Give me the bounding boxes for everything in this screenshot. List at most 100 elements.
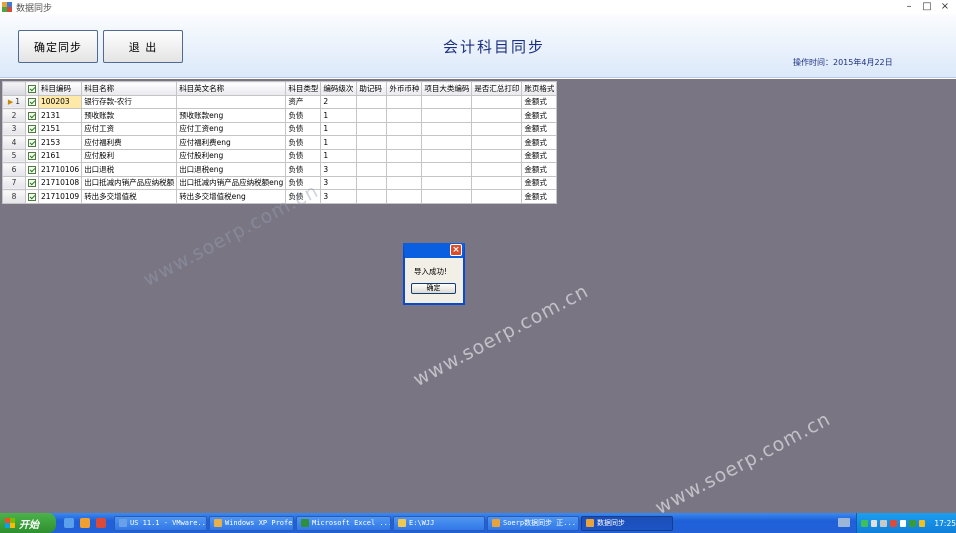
cell-code[interactable]: 2151 [37,121,83,136]
column-header[interactable]: 编码级次 [320,81,358,96]
table-row[interactable]: 3 2151 应付工资 应付工资eng 负债 1 金额式 [2,121,558,136]
cell-currency[interactable] [386,175,423,190]
cell-type[interactable]: 负债 [285,135,322,150]
cell-mnemonic[interactable] [356,94,388,109]
cell-currency[interactable] [386,121,423,136]
cell-currency[interactable] [386,94,423,109]
tray-icon[interactable] [889,519,897,527]
cell-en[interactable]: 应付福利费eng [176,135,287,150]
cell-type[interactable]: 资产 [285,94,322,109]
cell-project[interactable] [421,148,473,163]
row-header[interactable]: 6 [2,162,26,177]
cell-currency[interactable] [386,148,423,163]
cell-summary[interactable] [471,189,523,204]
cell-mnemonic[interactable] [356,108,388,123]
row-checkbox[interactable] [25,135,39,150]
cell-code[interactable]: 21710106 [37,162,83,177]
cell-en[interactable]: 应付工资eng [176,121,287,136]
exit-button[interactable]: 退 出 [103,30,183,63]
cell-format[interactable]: 金额式 [521,175,558,190]
row-checkbox[interactable] [25,189,39,204]
cell-level[interactable]: 1 [320,135,358,150]
cell-level[interactable]: 3 [320,189,358,204]
cell-project[interactable] [421,189,473,204]
cell-summary[interactable] [471,108,523,123]
cell-name[interactable]: 应付股利 [81,148,178,163]
cell-type[interactable]: 负债 [285,148,322,163]
row-header[interactable]: 3 [2,121,26,136]
grid-corner[interactable] [2,81,26,96]
cell-code[interactable]: 21710109 [37,189,83,204]
cell-code[interactable]: 2153 [37,135,83,150]
row-checkbox[interactable] [25,162,39,177]
row-header[interactable]: ▶ 1 [2,94,26,109]
cell-summary[interactable] [471,94,523,109]
quick-launch-icon[interactable] [96,518,106,528]
keyboard-icon[interactable] [838,518,850,527]
tray-icon[interactable] [880,519,887,527]
cell-name[interactable]: 应付福利费 [81,135,178,150]
table-row[interactable]: 6 21710106 出口退税 出口退税eng 负债 3 金额式 [2,162,558,177]
cell-name[interactable]: 银行存款-农行 [81,94,178,109]
table-row[interactable]: 2 2131 预收账款 预收账款eng 负债 1 金额式 [2,108,558,123]
quick-launch-icon[interactable] [64,518,74,528]
cell-type[interactable]: 负债 [285,162,322,177]
cell-currency[interactable] [386,108,423,123]
cell-summary[interactable] [471,162,523,177]
cell-format[interactable]: 金额式 [521,148,558,163]
cell-currency[interactable] [386,135,423,150]
cell-name[interactable]: 出口退税 [81,162,178,177]
cell-mnemonic[interactable] [356,135,388,150]
tray-icon[interactable] [909,519,916,527]
cell-en[interactable]: 应付股利eng [176,148,287,163]
cell-type[interactable]: 负债 [285,175,322,190]
cell-level[interactable]: 1 [320,121,358,136]
cell-summary[interactable] [471,121,523,136]
cell-format[interactable]: 金额式 [521,135,558,150]
taskbar-button[interactable]: US 11.1 - VMware... [114,515,207,531]
cell-code[interactable]: 21710108 [37,175,83,190]
taskbar-button[interactable]: E:\WJJ [393,515,485,531]
cell-summary[interactable] [471,175,523,190]
column-header[interactable]: 是否汇总打印 [471,81,523,96]
cell-format[interactable]: 金额式 [521,121,558,136]
cell-en[interactable] [176,94,287,109]
table-row[interactable]: 8 21710109 转出多交增值税 转出多交增值税eng 负债 3 金额式 [2,189,558,204]
cell-summary[interactable] [471,135,523,150]
tray-icon[interactable] [918,519,926,527]
cell-format[interactable]: 金额式 [521,162,558,177]
cell-name[interactable]: 出口抵减内销产品应纳税额 [81,175,178,190]
row-checkbox[interactable] [25,175,39,190]
cell-summary[interactable] [471,148,523,163]
table-row[interactable]: 5 2161 应付股利 应付股利eng 负债 1 金额式 [2,148,558,163]
row-header[interactable]: 4 [2,135,26,150]
taskbar-button[interactable]: 数据同步 [581,515,673,531]
cell-name[interactable]: 转出多交增值税 [81,189,178,204]
cell-type[interactable]: 负债 [285,121,322,136]
row-header[interactable]: 5 [2,148,26,163]
row-checkbox[interactable] [25,121,39,136]
start-button[interactable]: 开始 [0,513,56,533]
table-row[interactable]: 4 2153 应付福利费 应付福利费eng 负债 1 金额式 [2,135,558,150]
cell-project[interactable] [421,175,473,190]
cell-mnemonic[interactable] [356,121,388,136]
cell-level[interactable]: 1 [320,148,358,163]
row-header[interactable]: 7 [2,175,26,190]
row-header[interactable]: 8 [2,189,26,204]
column-header[interactable]: 科目编码 [37,81,83,96]
tray-icon[interactable] [861,519,868,527]
cell-en[interactable]: 转出多交增值税eng [176,189,287,204]
column-header[interactable]: 外币币种 [386,81,423,96]
column-header[interactable]: 科目英文名称 [176,81,287,96]
cell-en[interactable]: 出口退税eng [176,162,287,177]
cell-level[interactable]: 3 [320,175,358,190]
taskbar-button[interactable]: Windows XP Profe... [209,515,294,531]
confirm-sync-button[interactable]: 确定同步 [18,30,98,63]
cell-mnemonic[interactable] [356,162,388,177]
table-row[interactable]: ▶ 1 100203 银行存款-农行 资产 2 金额式 [2,94,558,109]
cell-code[interactable]: 2161 [37,148,83,163]
select-all-checkbox[interactable] [25,81,39,96]
dialog-ok-button[interactable]: 确定 [411,283,456,294]
column-header[interactable]: 助记码 [356,81,388,96]
cell-type[interactable]: 负债 [285,108,322,123]
